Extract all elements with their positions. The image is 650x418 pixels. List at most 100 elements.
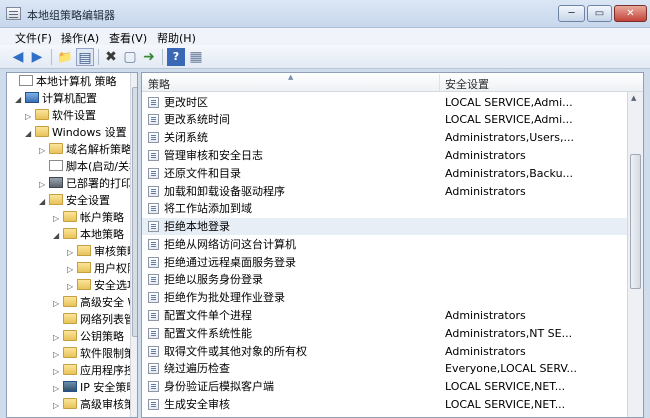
tree-item[interactable]: 本地计算机 策略 — [9, 73, 117, 90]
list-item[interactable]: 拒绝作为批处理作业登录 — [142, 289, 627, 306]
tree-item[interactable]: ◢ Windows 设置 — [25, 124, 127, 141]
expander-icon[interactable]: ▷ — [67, 278, 77, 295]
list-item[interactable]: 更改时区 LOCAL SERVICE,Admi... — [142, 94, 627, 111]
list-item[interactable]: 拒绝以服务身份登录 — [142, 271, 627, 288]
list-scrollbar[interactable]: ▲ — [627, 92, 643, 417]
expander-icon[interactable]: ▷ — [53, 363, 63, 380]
column-header-policy[interactable]: 策略 — [148, 76, 170, 92]
delete-icon[interactable]: ✖ — [102, 48, 120, 66]
list-item[interactable]: 还原文件和目录 Administrators,Backu... — [142, 165, 627, 182]
tree-item[interactable]: ▷ 域名解析策略 — [39, 141, 132, 158]
expander-icon[interactable]: ◢ — [15, 91, 25, 108]
app-icon — [6, 7, 21, 20]
list-item[interactable]: 更改系统时间 LOCAL SERVICE,Admi... — [142, 111, 627, 128]
list-item[interactable]: 配置文件单个进程 Administrators — [142, 307, 627, 324]
close-button[interactable]: ✕ — [614, 5, 647, 22]
policy-icon — [148, 328, 159, 339]
expander-icon[interactable]: ▷ — [53, 380, 63, 397]
menu-help[interactable]: 帮助(H) — [157, 30, 196, 46]
security-setting: LOCAL SERVICE,Admi... — [445, 113, 573, 126]
expander-icon[interactable]: ◢ — [39, 193, 49, 210]
security-setting: Everyone,LOCAL SERV... — [445, 362, 578, 375]
list-item[interactable]: 加载和卸载设备驱动程序 Administrators — [142, 183, 627, 200]
tree-item[interactable]: ◢ 计算机配置 — [15, 90, 97, 107]
list-item[interactable]: 身份验证后模拟客户端 LOCAL SERVICE,NET... — [142, 378, 627, 395]
tree-item[interactable]: ▷高级审核策略配置 — [53, 396, 137, 414]
policy-icon — [148, 97, 159, 108]
tree-item[interactable]: ▷ 已部署的打印机 — [39, 175, 137, 193]
policy-name: 配置文件系统性能 — [164, 327, 252, 340]
expander-icon[interactable]: ◢ — [53, 227, 63, 244]
tree-item[interactable]: 网络列表管理器策略 — [53, 311, 137, 328]
list-item[interactable]: 配置文件系统性能 Administrators,NT SE... — [142, 325, 627, 342]
tree-item[interactable]: ◢ 安全设置 — [39, 192, 110, 209]
tree-item[interactable]: ▷ 帐户策略 — [53, 209, 124, 226]
tree-item[interactable]: ▷高级安全 Windows 防火墙 — [53, 294, 137, 312]
expander-icon[interactable]: ◢ — [25, 125, 35, 142]
expander-icon[interactable]: ▷ — [25, 108, 35, 125]
tree-item[interactable]: ▷ 安全选项 — [67, 277, 137, 295]
tree-item[interactable]: ▷ 审核策略 — [67, 243, 137, 261]
column-divider[interactable] — [439, 74, 440, 91]
properties-icon[interactable]: ▢ — [121, 48, 139, 66]
menu-action[interactable]: 操作(A) — [61, 30, 99, 46]
expander-icon[interactable]: ▷ — [53, 295, 63, 312]
security-setting: Administrators,NT SE... — [445, 327, 573, 340]
expander-icon[interactable]: ▷ — [67, 244, 77, 261]
list-item[interactable]: 生成安全审核 LOCAL SERVICE,NET... — [142, 396, 627, 413]
menu-file[interactable]: 文件(F) — [15, 30, 52, 46]
policy-icon — [148, 346, 159, 357]
forward-icon[interactable]: ▶ — [28, 48, 46, 66]
list-item[interactable]: 关闭系统 Administrators,Users,... — [142, 129, 627, 146]
export-list-icon[interactable]: ➜ — [140, 48, 158, 66]
policy-icon — [148, 186, 159, 197]
back-icon[interactable]: ◀ — [9, 48, 27, 66]
tree-item[interactable]: ▷ 软件设置 — [25, 107, 96, 124]
column-header-security-setting[interactable]: 安全设置 — [445, 76, 489, 92]
tree-pane: 本地计算机 策略 ◢ 计算机配置 ▷ 软件设置 ◢ Windows 设置 ▷ 域名解析策… — [6, 72, 138, 418]
list-scrollbar-thumb[interactable] — [630, 154, 641, 289]
list-item[interactable]: 将工作站添加到域 — [142, 200, 627, 217]
minimize-button[interactable]: ─ — [558, 5, 585, 22]
list-item[interactable]: 管理审核和安全日志 Administrators — [142, 147, 627, 164]
policy-icon — [148, 150, 159, 161]
list-item[interactable]: 取得文件或其他对象的所有权 Administrators — [142, 343, 627, 360]
expander-icon[interactable]: ▷ — [67, 261, 77, 278]
help-icon[interactable]: ? — [167, 48, 185, 66]
expander-icon[interactable]: ▷ — [53, 397, 63, 414]
tree-item[interactable]: ◢ 本地策略 — [53, 226, 124, 243]
tree-item[interactable]: ▷用户权限分配 — [67, 260, 137, 278]
tree-item[interactable]: ▷ 公钥策略 — [53, 328, 124, 345]
show-hide-tree-icon[interactable]: ▤ — [76, 48, 94, 66]
expander-icon[interactable]: ▷ — [39, 176, 49, 193]
toolbar-separator — [162, 49, 163, 65]
list-item[interactable]: 绕过遍历检查 Everyone,LOCAL SERV... — [142, 360, 627, 377]
expander-icon[interactable]: ▷ — [39, 142, 49, 159]
scroll-up-icon[interactable]: ▲ — [631, 94, 636, 102]
tree-item-label: 帐户策略 — [80, 211, 124, 224]
tree-item[interactable]: ▷ IP 安全策略 — [53, 379, 137, 396]
security-setting: Administrators,Users,... — [445, 131, 575, 144]
expander-icon[interactable]: ▷ — [53, 329, 63, 346]
policy-name: 拒绝本地登录 — [164, 220, 230, 233]
show-pane-icon[interactable]: ▦ — [187, 48, 205, 66]
maximize-button[interactable]: ▭ — [587, 5, 612, 22]
up-folder-icon[interactable]: 📁 — [56, 48, 74, 66]
list-item[interactable]: 拒绝通过远程桌面服务登录 — [142, 254, 627, 271]
tree-item-label: 本地计算机 策略 — [36, 75, 117, 88]
list-item[interactable]: 拒绝本地登录 — [142, 218, 627, 235]
tree-item-label: 公钥策略 — [80, 330, 124, 343]
policy-name: 拒绝从网络访问这台计算机 — [164, 238, 296, 251]
expander-icon[interactable]: ▷ — [53, 210, 63, 227]
tree-item[interactable]: ▷应用程序控制策略 — [53, 362, 137, 380]
list-item[interactable]: 拒绝从网络访问这台计算机 — [142, 236, 627, 253]
tree-item[interactable]: 脚本(启动/关机) — [39, 158, 137, 175]
tree-item[interactable]: ▷软件限制策略 — [53, 345, 137, 363]
tree-scrollbar[interactable] — [130, 73, 137, 417]
menu-view[interactable]: 查看(V) — [109, 30, 147, 46]
folder-icon — [35, 126, 49, 137]
policy-icon — [148, 203, 159, 214]
policy-name: 加载和卸载设备驱动程序 — [164, 185, 285, 198]
expander-icon[interactable]: ▷ — [53, 346, 63, 363]
tree-scrollbar-thumb[interactable] — [132, 87, 137, 337]
